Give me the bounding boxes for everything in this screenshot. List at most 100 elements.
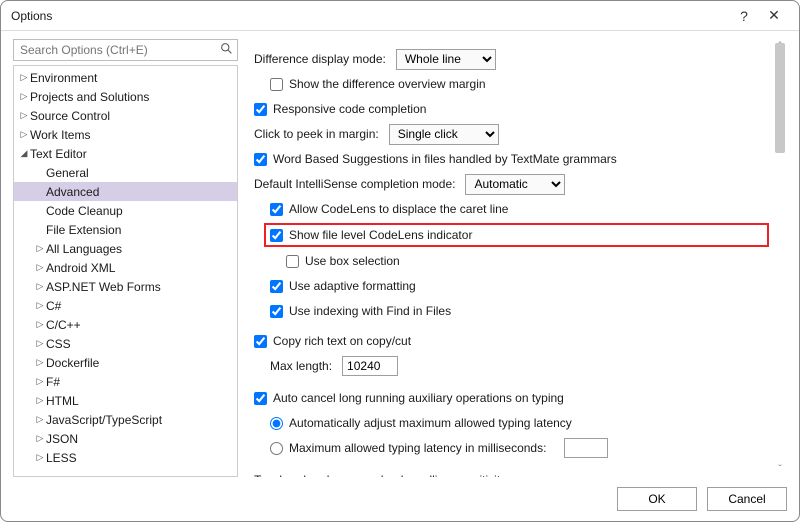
tree-item-label: All Languages: [46, 242, 122, 256]
tree-item-source-control[interactable]: ▷Source Control: [14, 106, 237, 125]
auto-cancel-checkbox[interactable]: [254, 392, 267, 405]
help-button[interactable]: ?: [729, 8, 759, 24]
tree-item-c-c-[interactable]: ▷C/C++: [14, 315, 237, 334]
tree-item-android-xml[interactable]: ▷Android XML: [14, 258, 237, 277]
tree-twisty-icon[interactable]: ▷: [34, 357, 46, 368]
show-diff-overview-label: Show the difference overview margin: [289, 77, 486, 91]
search-icon: [220, 42, 233, 58]
copy-rich-text-label: Copy rich text on copy/cut: [273, 334, 411, 348]
tree-twisty-icon[interactable]: ▷: [34, 281, 46, 292]
latency-ms-label: Maximum allowed typing latency in millis…: [289, 441, 546, 455]
tree-twisty-icon[interactable]: ◢: [18, 148, 30, 159]
window-title: Options: [11, 9, 729, 23]
diff-mode-label: Difference display mode:: [254, 52, 386, 66]
intellisense-label: Default IntelliSense completion mode:: [254, 177, 455, 191]
word-based-checkbox[interactable]: [254, 153, 267, 166]
tree-item-f-[interactable]: ▷F#: [14, 372, 237, 391]
nav-tree: ▷Environment▷Projects and Solutions▷Sour…: [13, 65, 238, 477]
tree-item-advanced[interactable]: Advanced: [14, 182, 237, 201]
tree-item-general[interactable]: General: [14, 163, 237, 182]
tree-item-dockerfile[interactable]: ▷Dockerfile: [14, 353, 237, 372]
search-input[interactable]: [18, 42, 220, 58]
allow-codelens-label: Allow CodeLens to displace the caret lin…: [289, 202, 508, 216]
tree-item-less[interactable]: ▷LESS: [14, 448, 237, 467]
tree-item-label: JavaScript/TypeScript: [46, 413, 162, 427]
tree-twisty-icon[interactable]: ▷: [34, 395, 46, 406]
tree-twisty-icon[interactable]: ▷: [18, 129, 30, 140]
tree-item-asp-net-web-forms[interactable]: ▷ASP.NET Web Forms: [14, 277, 237, 296]
tree-item-css[interactable]: ▷CSS: [14, 334, 237, 353]
tree-item-label: General: [46, 166, 89, 180]
tree-twisty-icon[interactable]: ▷: [34, 319, 46, 330]
sidebar: ▷Environment▷Projects and Solutions▷Sour…: [13, 39, 238, 477]
intellisense-select[interactable]: Automatic: [465, 174, 565, 195]
dialog-buttons: OK Cancel: [13, 477, 787, 511]
tree-twisty-icon[interactable]: ▷: [34, 376, 46, 387]
diff-mode-select[interactable]: Whole line: [396, 49, 496, 70]
use-indexing-fif-label: Use indexing with Find in Files: [289, 304, 451, 318]
latency-ms-input[interactable]: [564, 438, 608, 458]
settings-scroll[interactable]: Difference display mode: Whole line Show…: [252, 39, 787, 477]
tree-item-environment[interactable]: ▷Environment: [14, 68, 237, 87]
latency-auto-label: Automatically adjust maximum allowed typ…: [289, 416, 572, 430]
click-peek-label: Click to peek in margin:: [254, 127, 379, 141]
copy-rich-text-checkbox[interactable]: [254, 335, 267, 348]
tree-item-label: LESS: [46, 451, 77, 465]
search-box[interactable]: [13, 39, 238, 61]
tree-item-label: Projects and Solutions: [30, 90, 149, 104]
cancel-button[interactable]: Cancel: [707, 487, 787, 511]
responsive-cc-checkbox[interactable]: [254, 103, 267, 116]
use-box-selection-label: Use box selection: [305, 254, 400, 268]
tree-twisty-icon[interactable]: ▷: [34, 243, 46, 254]
tree-item-label: ASP.NET Web Forms: [46, 280, 161, 294]
tree-item-label: C/C++: [46, 318, 81, 332]
use-adaptive-fmt-checkbox[interactable]: [270, 280, 283, 293]
tree-twisty-icon[interactable]: ▷: [34, 433, 46, 444]
tree-item-file-extension[interactable]: File Extension: [14, 220, 237, 239]
tree-item-all-languages[interactable]: ▷All Languages: [14, 239, 237, 258]
use-indexing-fif-checkbox[interactable]: [270, 305, 283, 318]
tree-item-label: Work Items: [30, 128, 90, 142]
panel-scrollbar[interactable]: ˆ ˇ: [775, 43, 785, 473]
latency-auto-radio[interactable]: [270, 417, 283, 430]
tree-item-label: CSS: [46, 337, 71, 351]
tree-twisty-icon[interactable]: ▷: [18, 110, 30, 121]
tree-item-json[interactable]: ▷JSON: [14, 429, 237, 448]
tree-item-work-items[interactable]: ▷Work Items: [14, 125, 237, 144]
tree-twisty-icon[interactable]: ▷: [34, 452, 46, 463]
scrollbar-thumb[interactable]: [775, 43, 785, 153]
tree-item-text-editor[interactable]: ◢Text Editor: [14, 144, 237, 163]
click-peek-select[interactable]: Single click: [389, 124, 499, 145]
show-file-codelens-label: Show file level CodeLens indicator: [289, 228, 472, 242]
responsive-cc-label: Responsive code completion: [273, 102, 426, 116]
tree-twisty-icon[interactable]: ▷: [34, 262, 46, 273]
word-based-label: Word Based Suggestions in files handled …: [273, 152, 617, 166]
options-dialog: Options ? ✕ ▷Environment▷Projects and So…: [0, 0, 800, 522]
touchpad-label: Touchpad and mouse wheel scrolling sensi…: [254, 473, 506, 477]
use-box-selection-checkbox[interactable]: [286, 255, 299, 268]
show-file-codelens-checkbox[interactable]: [270, 229, 283, 242]
tree-twisty-icon[interactable]: ▷: [34, 338, 46, 349]
max-length-input[interactable]: [342, 356, 398, 376]
tree-twisty-icon[interactable]: ▷: [34, 300, 46, 311]
close-button[interactable]: ✕: [759, 7, 789, 24]
nav-tree-scroll[interactable]: ▷Environment▷Projects and Solutions▷Sour…: [14, 66, 237, 476]
tree-twisty-icon[interactable]: ▷: [18, 72, 30, 83]
ok-button[interactable]: OK: [617, 487, 697, 511]
tree-item-projects-and-solutions[interactable]: ▷Projects and Solutions: [14, 87, 237, 106]
tree-twisty-icon[interactable]: ▷: [34, 414, 46, 425]
tree-item-label: Dockerfile: [46, 356, 99, 370]
highlighted-option: Show file level CodeLens indicator: [264, 223, 769, 247]
tree-item-code-cleanup[interactable]: Code Cleanup: [14, 201, 237, 220]
tree-item-html[interactable]: ▷HTML: [14, 391, 237, 410]
tree-item-c-[interactable]: ▷C#: [14, 296, 237, 315]
scroll-down-icon[interactable]: ˇ: [775, 464, 785, 475]
allow-codelens-checkbox[interactable]: [270, 203, 283, 216]
tree-item-label: Environment: [30, 71, 97, 85]
latency-ms-radio[interactable]: [270, 442, 283, 455]
tree-item-label: File Extension: [46, 223, 121, 237]
tree-twisty-icon[interactable]: ▷: [18, 91, 30, 102]
tree-item-label: JSON: [46, 432, 78, 446]
show-diff-overview-checkbox[interactable]: [270, 78, 283, 91]
tree-item-javascript-typescript[interactable]: ▷JavaScript/TypeScript: [14, 410, 237, 429]
